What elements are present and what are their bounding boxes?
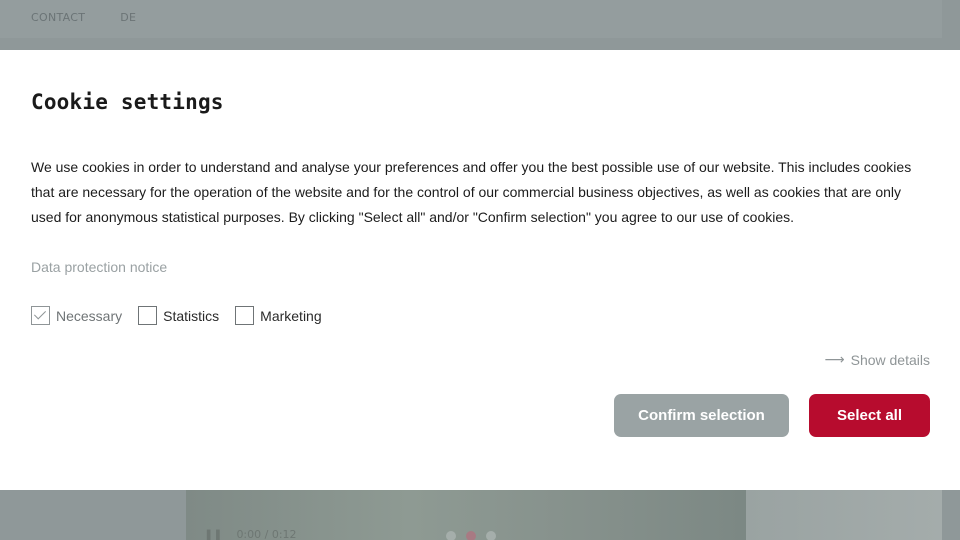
checkbox-label: Marketing (260, 307, 322, 324)
show-details-label: Show details (850, 352, 930, 368)
background-header-bar (0, 0, 942, 38)
carousel-dot (446, 531, 456, 540)
video-time: 0:00 / 0:12 (236, 528, 297, 540)
checkbox-unchecked-icon[interactable] (235, 306, 255, 325)
show-details-link[interactable]: ⟶ Show details (825, 352, 930, 368)
pause-icon: ❚❚ (204, 528, 223, 540)
background-header: CONTACT DE (0, 0, 960, 50)
select-all-button[interactable]: Select all (809, 394, 930, 437)
nav-contact: CONTACT (31, 11, 86, 24)
data-protection-link[interactable]: Data protection notice (31, 259, 167, 275)
checkbox-marketing[interactable]: Marketing (235, 306, 322, 325)
modal-description: We use cookies in order to understand an… (31, 159, 912, 225)
checkbox-statistics[interactable]: Statistics (138, 306, 219, 325)
checkbox-unchecked-icon[interactable] (138, 306, 158, 325)
modal-title: Cookie settings (31, 90, 224, 114)
nav-language: DE (120, 11, 137, 24)
video-controls: ❚❚ 0:00 / 0:12 (204, 528, 297, 540)
background-nav: CONTACT DE (31, 11, 136, 24)
cookie-modal: Cookie settings We use cookies in order … (0, 50, 960, 490)
carousel-dot-active (466, 531, 476, 540)
confirm-selection-button[interactable]: Confirm selection (614, 394, 789, 437)
background-side-image (746, 490, 942, 540)
cookie-options: Necessary Statistics Marketing (31, 306, 338, 325)
carousel-dots (446, 531, 496, 540)
checkbox-checked-icon[interactable] (31, 306, 50, 325)
checkbox-necessary[interactable]: Necessary (31, 306, 122, 325)
checkbox-label: Statistics (163, 307, 220, 324)
checkbox-label: Necessary (56, 307, 123, 324)
carousel-dot (486, 531, 496, 540)
arrow-right-icon: ⟶ (824, 352, 845, 368)
